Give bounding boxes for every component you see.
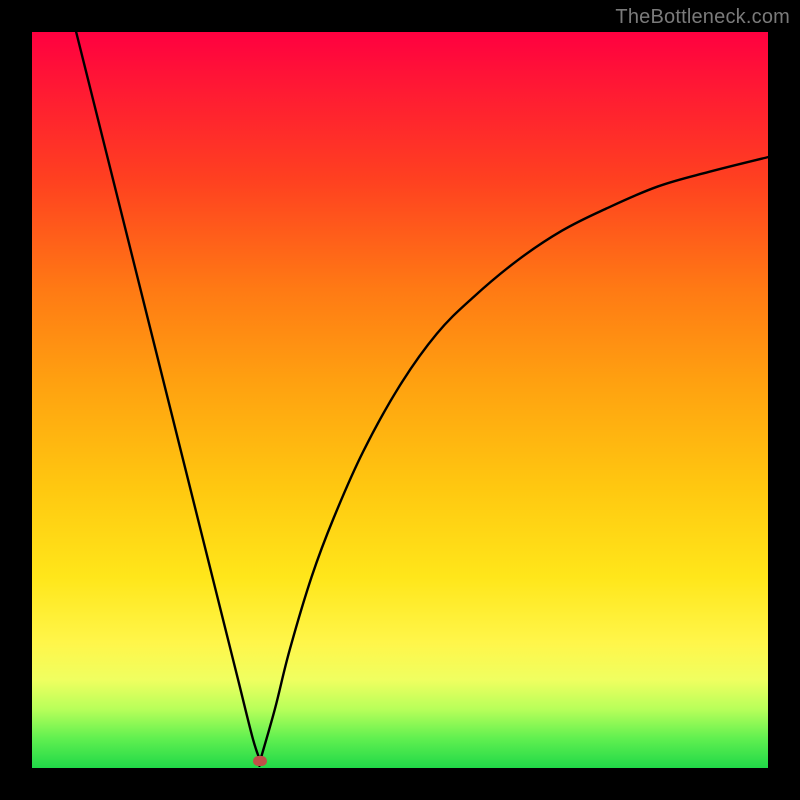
- bottleneck-curve: [32, 32, 768, 768]
- chart-frame: TheBottleneck.com: [0, 0, 800, 800]
- optimal-marker: [253, 756, 267, 766]
- plot-area: [32, 32, 768, 768]
- watermark-text: TheBottleneck.com: [615, 6, 790, 29]
- curve-path: [76, 32, 768, 766]
